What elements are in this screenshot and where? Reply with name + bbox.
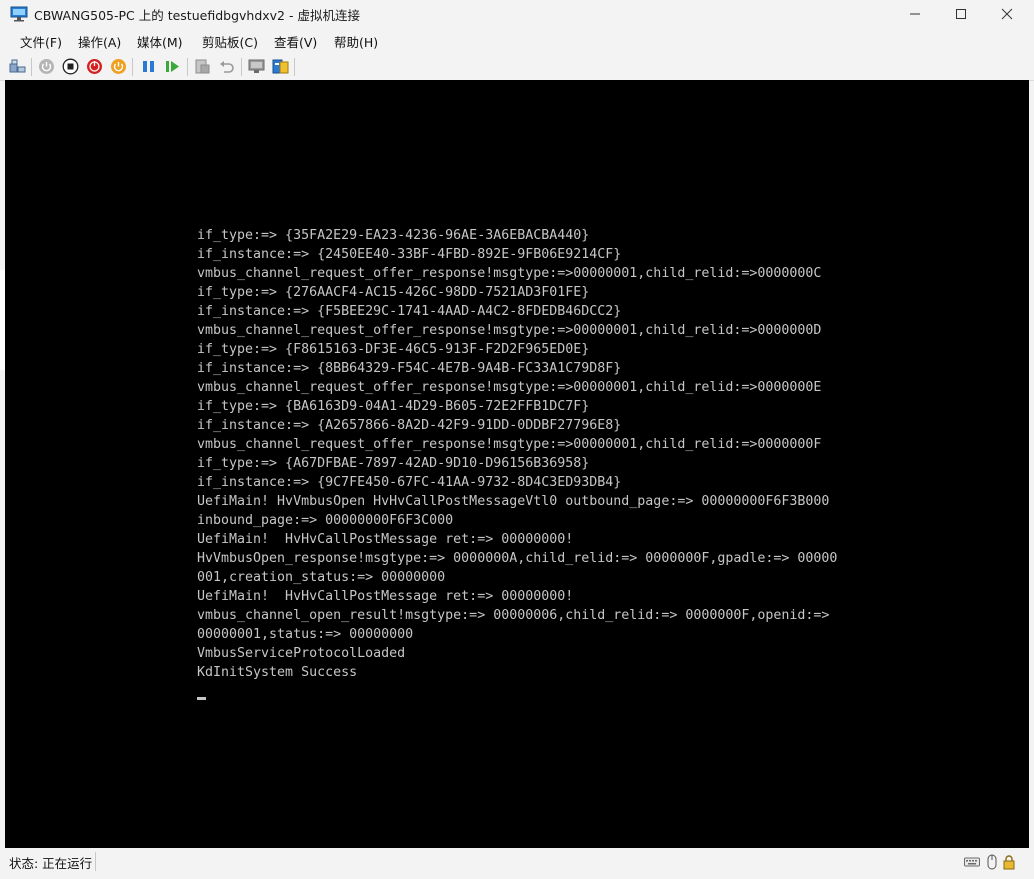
status-separator (95, 852, 96, 871)
menu-clipboard[interactable]: 剪贴板(C) (202, 32, 258, 51)
start-icon[interactable] (38, 58, 55, 75)
console-line: vmbus_channel_request_offer_response!msg… (197, 437, 822, 452)
minimize-button[interactable] (892, 0, 938, 28)
console-line: VmbusServiceProtocolLoaded (197, 646, 406, 661)
console-line: vmbus_channel_request_offer_response!msg… (197, 323, 822, 338)
console-output: if_type:=> {35FA2E29-EA23-4236-96AE-3A6E… (197, 226, 837, 682)
console-line: UefiMain! HvHvCallPostMessage ret:=> 000… (197, 589, 574, 604)
console-line: if_type:=> {276AACF4-AC15-426C-98DD-7521… (197, 285, 590, 300)
menu-media[interactable]: 媒体(M) (137, 32, 183, 51)
console-line: HvVmbusOpen_response!msgtype:=> 0000000A… (197, 551, 838, 566)
console-line: UefiMain! HvHvCallPostMessage ret:=> 000… (197, 532, 574, 547)
mouse-icon (987, 854, 997, 870)
menu-action[interactable]: 操作(A) (78, 32, 121, 51)
console-line: if_type:=> {35FA2E29-EA23-4236-96AE-3A6E… (197, 228, 590, 243)
toolbar-separator (294, 58, 295, 76)
vm-connection-icon (10, 6, 28, 22)
revert-icon[interactable] (218, 58, 235, 75)
menu-help[interactable]: 帮助(H) (334, 32, 378, 51)
console-line: if_type:=> {A67DFBAE-7897-42AD-9D10-D961… (197, 456, 590, 471)
close-button[interactable] (984, 0, 1030, 28)
toolbar (0, 53, 1034, 81)
status-text: 状态: 正在运行 (9, 856, 93, 871)
maximize-button[interactable] (938, 0, 984, 28)
minimize-icon (910, 13, 920, 15)
keyboard-icon (964, 857, 980, 867)
window-title: CBWANG505-PC 上的 testuefidbgvhdxv2 - 虚拟机连… (34, 8, 360, 23)
turn-off-icon[interactable] (62, 58, 79, 75)
checkpoint-icon[interactable] (194, 58, 211, 75)
console-line: vmbus_channel_request_offer_response!msg… (197, 380, 822, 395)
console-line: UefiMain! HvVmbusOpen HvHvCallPostMessag… (197, 494, 830, 509)
console-line: if_type:=> {BA6163D9-04A1-4D29-B605-72E2… (197, 399, 590, 414)
menu-bar: 文件(F) 操作(A) 媒体(M) 剪贴板(C) 查看(V) 帮助(H) (0, 30, 1034, 52)
title-bar: CBWANG505-PC 上的 testuefidbgvhdxv2 - 虚拟机连… (0, 0, 1034, 28)
toolbar-separator (187, 58, 188, 76)
console-cursor (197, 697, 206, 700)
console-line: if_instance:=> {A2657866-8A2D-42F9-91DD-… (197, 418, 622, 433)
enhanced-session-icon[interactable] (248, 58, 265, 75)
toolbar-separator (241, 58, 242, 76)
console-line: if_instance:=> {9C7FE450-67FC-41AA-9732-… (197, 475, 622, 490)
ctrl-alt-del-icon[interactable] (9, 58, 26, 75)
share-icon[interactable] (272, 58, 289, 75)
lock-icon (1003, 855, 1015, 870)
maximize-icon (956, 9, 966, 19)
console-line: vmbus_channel_open_result!msgtype:=> 000… (197, 608, 830, 623)
vm-display[interactable]: if_type:=> {35FA2E29-EA23-4236-96AE-3A6E… (5, 80, 1029, 848)
pause-icon[interactable] (140, 58, 157, 75)
console-line: if_instance:=> {8BB64329-F54C-4E7B-9A4B-… (197, 361, 622, 376)
menu-view[interactable]: 查看(V) (274, 32, 317, 51)
toolbar-separator (132, 58, 133, 76)
status-bar: 状态: 正在运行 (0, 849, 1034, 879)
console-line: vmbus_channel_request_offer_response!msg… (197, 266, 822, 281)
toolbar-separator (31, 58, 32, 76)
menu-file[interactable]: 文件(F) (20, 32, 62, 51)
console-line: inbound_page:=> 00000000F6F3C000 (197, 513, 454, 528)
save-icon[interactable] (110, 58, 127, 75)
console-line: 00000001,status:=> 00000000 (197, 627, 414, 642)
console-line: if_instance:=> {F5BEE29C-1741-4AAD-A4C2-… (197, 304, 622, 319)
console-line: 001,creation_status:=> 00000000 (197, 570, 446, 585)
close-icon (1001, 8, 1013, 20)
console-line: if_type:=> {F8615163-DF3E-46C5-913F-F2D2… (197, 342, 590, 357)
shutdown-icon[interactable] (86, 58, 103, 75)
resume-icon[interactable] (164, 58, 181, 75)
console-line: if_instance:=> {2450EE40-33BF-4FBD-892E-… (197, 247, 622, 262)
console-line: KdInitSystem Success (197, 665, 358, 680)
